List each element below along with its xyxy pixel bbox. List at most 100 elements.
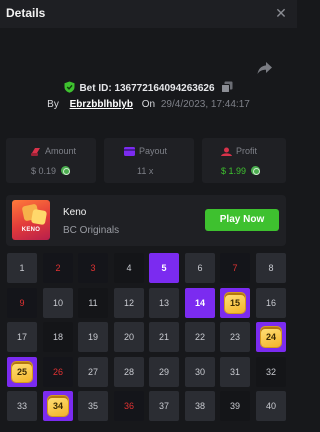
keno-cell-number: 2 xyxy=(55,263,61,273)
keno-cell-27: 27 xyxy=(78,357,108,387)
keno-cell-15: 15 xyxy=(220,288,250,318)
keno-cell-number: 4 xyxy=(126,263,132,273)
stat-payout-value: 11 x xyxy=(137,166,154,176)
stat-payout: Payout 11 x xyxy=(104,138,194,183)
shield-check-icon xyxy=(64,81,75,93)
stat-payout-label: Payout xyxy=(139,146,168,156)
keno-cell-number: 29 xyxy=(158,367,169,377)
keno-cell-number: 8 xyxy=(268,263,274,273)
keno-cell-number: 35 xyxy=(87,401,98,411)
gem-icon: 34 xyxy=(48,396,68,416)
keno-cell-26: 26 xyxy=(43,357,73,387)
coin-icon xyxy=(60,166,70,175)
share-arrow-icon[interactable] xyxy=(256,60,273,76)
on-label: On xyxy=(141,99,156,110)
keno-cell-2: 2 xyxy=(43,253,73,283)
keno-cell-number: 13 xyxy=(158,298,169,308)
details-header: Details ✕ xyxy=(0,0,297,28)
keno-cell-number: 23 xyxy=(229,332,240,342)
stat-profit-label: Profit xyxy=(236,146,258,156)
game-provider: BC Originals xyxy=(63,225,120,236)
keno-cell-number: 31 xyxy=(229,367,240,377)
keno-cell-number: 3 xyxy=(90,263,96,273)
keno-cell-number: 36 xyxy=(123,401,134,411)
keno-cell-9: 9 xyxy=(7,288,37,318)
keno-cell-28: 28 xyxy=(114,357,144,387)
keno-cell-number: 22 xyxy=(194,332,205,342)
keno-cell-31: 31 xyxy=(220,357,250,387)
keno-cell-number: 37 xyxy=(158,401,169,411)
bet-id: Bet ID: 136772164094263626 xyxy=(79,83,215,94)
stat-profit: Profit $ 1.99 xyxy=(202,138,286,183)
keno-cell-number: 11 xyxy=(88,298,98,308)
keno-cell-number: 19 xyxy=(87,332,98,342)
keno-cell-number: 39 xyxy=(229,401,240,411)
close-icon[interactable]: ✕ xyxy=(275,6,287,20)
keno-cell-number: 5 xyxy=(161,263,167,273)
stat-amount-value: $ 0.19 xyxy=(31,166,57,176)
keno-cell-39: 39 xyxy=(220,391,250,421)
keno-cell-33: 33 xyxy=(7,391,37,421)
keno-cell-number: 40 xyxy=(265,401,276,411)
keno-cell-5: 5 xyxy=(149,253,179,283)
keno-cell-34: 34 xyxy=(43,391,73,421)
keno-cell-number: 32 xyxy=(265,367,276,377)
keno-cell-number: 18 xyxy=(52,332,63,342)
keno-cell-29: 29 xyxy=(149,357,179,387)
bet-id-line: Bet ID: 136772164094263626 xyxy=(0,81,297,94)
keno-cell-number: 9 xyxy=(19,298,25,308)
keno-cell-17: 17 xyxy=(7,322,37,352)
stat-amount: Amount $ 0.19 xyxy=(6,138,96,183)
keno-cell-number: 14 xyxy=(194,298,205,308)
keno-cell-number: 17 xyxy=(16,332,27,342)
keno-cell-1: 1 xyxy=(7,253,37,283)
keno-cell-37: 37 xyxy=(149,391,179,421)
profit-icon xyxy=(221,147,232,156)
gem-icon: 15 xyxy=(225,293,245,313)
keno-cell-32: 32 xyxy=(256,357,286,387)
keno-cell-18: 18 xyxy=(43,322,73,352)
keno-cell-11: 11 xyxy=(78,288,108,318)
keno-thumbnail[interactable]: KENO xyxy=(12,200,50,240)
keno-cell-22: 22 xyxy=(185,322,215,352)
user-link[interactable]: Ebrzbblhblyb xyxy=(70,99,133,110)
keno-cell-24: 24 xyxy=(256,322,286,352)
keno-cell-38: 38 xyxy=(185,391,215,421)
keno-cell-8: 8 xyxy=(256,253,286,283)
details-title: Details xyxy=(6,6,46,20)
keno-cell-35: 35 xyxy=(78,391,108,421)
copy-icon[interactable] xyxy=(221,81,233,93)
keno-cell-30: 30 xyxy=(185,357,215,387)
keno-cell-36: 36 xyxy=(114,391,144,421)
keno-thumb-text: KENO xyxy=(21,227,41,233)
keno-cell-40: 40 xyxy=(256,391,286,421)
keno-board: 1 2 3 4 5 6 7 8 9 10 11 12 13 14 15 16 17 18 19 20 21 22 23 24 2… xyxy=(7,253,286,421)
gem-icon: 25 xyxy=(12,362,32,382)
amount-icon xyxy=(31,148,40,156)
play-now-button[interactable]: Play Now xyxy=(205,209,279,231)
stat-profit-value: $ 1.99 xyxy=(221,166,247,176)
stat-amount-label: Amount xyxy=(45,146,77,156)
coin-icon xyxy=(250,166,260,175)
keno-cell-3: 3 xyxy=(78,253,108,283)
keno-cell-6: 6 xyxy=(185,253,215,283)
bet-byline: By Ebrzbblhblyb On 29/4/2023, 17:44:17 xyxy=(0,99,297,110)
keno-cell-13: 13 xyxy=(149,288,179,318)
keno-cell-number: 6 xyxy=(197,263,203,273)
keno-cell-number: 21 xyxy=(158,332,169,342)
keno-cell-23: 23 xyxy=(220,322,250,352)
by-label: By xyxy=(47,99,59,110)
keno-cell-21: 21 xyxy=(149,322,179,352)
keno-cell-4: 4 xyxy=(114,253,144,283)
keno-cell-16: 16 xyxy=(256,288,286,318)
keno-cell-number: 38 xyxy=(194,401,205,411)
keno-cell-number: 33 xyxy=(16,401,27,411)
keno-cell-number: 1 xyxy=(19,263,25,273)
keno-cell-19: 19 xyxy=(78,322,108,352)
keno-cell-number: 27 xyxy=(87,367,98,377)
bet-datetime: 29/4/2023, 17:44:17 xyxy=(160,99,250,110)
keno-cell-number: 10 xyxy=(52,298,63,308)
keno-cell-number: 30 xyxy=(194,367,205,377)
keno-cell-number: 16 xyxy=(265,298,276,308)
keno-cell-25: 25 xyxy=(7,357,37,387)
